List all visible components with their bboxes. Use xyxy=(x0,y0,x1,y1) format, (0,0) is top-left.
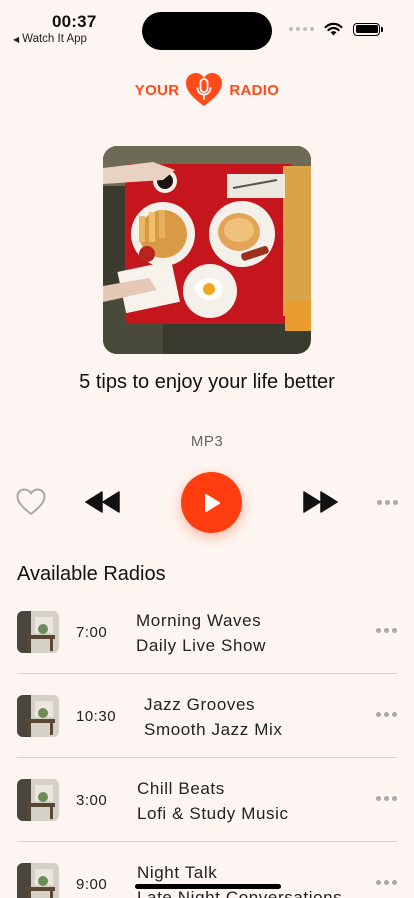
radio-description: Smooth Jazz Mix xyxy=(144,720,283,739)
radio-list-item[interactable]: 9:00 Night Talk Late Night Conversations xyxy=(0,842,414,898)
battery-icon xyxy=(353,22,383,36)
radio-name: Chill Beats xyxy=(137,779,225,798)
radio-thumbnail xyxy=(17,611,59,653)
back-to-app-link[interactable]: ◀ Watch It App xyxy=(13,33,87,45)
radio-name: Jazz Grooves xyxy=(144,695,256,714)
favorite-button[interactable] xyxy=(16,487,46,517)
radio-time: 3:00 xyxy=(76,792,108,809)
radio-thumbnail xyxy=(17,695,59,737)
back-app-label: Watch It App xyxy=(22,33,87,45)
radio-name: Night Talk xyxy=(137,863,218,882)
rewind-button[interactable] xyxy=(84,488,122,516)
status-indicators xyxy=(289,22,383,36)
radio-list-item[interactable]: 7:00 Morning Waves Daily Live Show xyxy=(0,590,414,674)
play-icon xyxy=(204,493,220,512)
radio-more-icon[interactable] xyxy=(376,712,397,717)
radio-list-item[interactable]: 3:00 Chill Beats Lofi & Study Music xyxy=(0,758,414,842)
app-logo: YOUR RADIO xyxy=(0,72,414,108)
radio-name: Morning Waves xyxy=(136,611,262,630)
radio-time: 7:00 xyxy=(76,624,108,641)
heart-microphone-icon xyxy=(186,73,223,106)
track-title: 5 tips to enjoy your life better xyxy=(79,371,335,393)
heart-outline-icon xyxy=(16,488,46,516)
track-format: MP3 xyxy=(190,433,224,450)
playback-controls xyxy=(0,470,414,534)
back-arrow-icon: ◀ xyxy=(13,34,20,44)
radio-more-icon[interactable] xyxy=(376,880,397,885)
radio-time: 9:00 xyxy=(76,876,108,893)
radio-more-icon[interactable] xyxy=(376,628,397,633)
radio-thumbnail xyxy=(17,863,59,898)
more-options-button[interactable] xyxy=(374,492,400,512)
logo-text-right: RADIO xyxy=(229,81,280,99)
section-title: Available Radios xyxy=(17,563,166,585)
radio-time: 10:30 xyxy=(76,708,117,725)
cover-art xyxy=(103,146,311,354)
radio-more-icon[interactable] xyxy=(376,796,397,801)
wifi-icon xyxy=(324,22,343,36)
dynamic-island xyxy=(142,12,272,50)
rewind-icon xyxy=(85,491,120,513)
fast-forward-icon xyxy=(303,491,338,513)
radio-list-item[interactable]: 10:30 Jazz Grooves Smooth Jazz Mix xyxy=(0,674,414,758)
radio-description: Lofi & Study Music xyxy=(137,804,289,823)
more-dots-icon xyxy=(376,499,398,505)
radio-thumbnail xyxy=(17,779,59,821)
status-bar: 00:37 ◀ Watch It App xyxy=(0,0,414,50)
status-time: 00:37 xyxy=(52,12,97,31)
radio-description: Daily Live Show xyxy=(136,636,266,655)
play-button[interactable] xyxy=(181,472,242,533)
cellular-signal-icon xyxy=(289,27,314,31)
logo-text-left: YOUR xyxy=(134,81,180,99)
radio-description: Late Night Conversations xyxy=(137,888,343,898)
home-indicator[interactable] xyxy=(135,884,281,889)
fast-forward-button[interactable] xyxy=(301,488,339,516)
